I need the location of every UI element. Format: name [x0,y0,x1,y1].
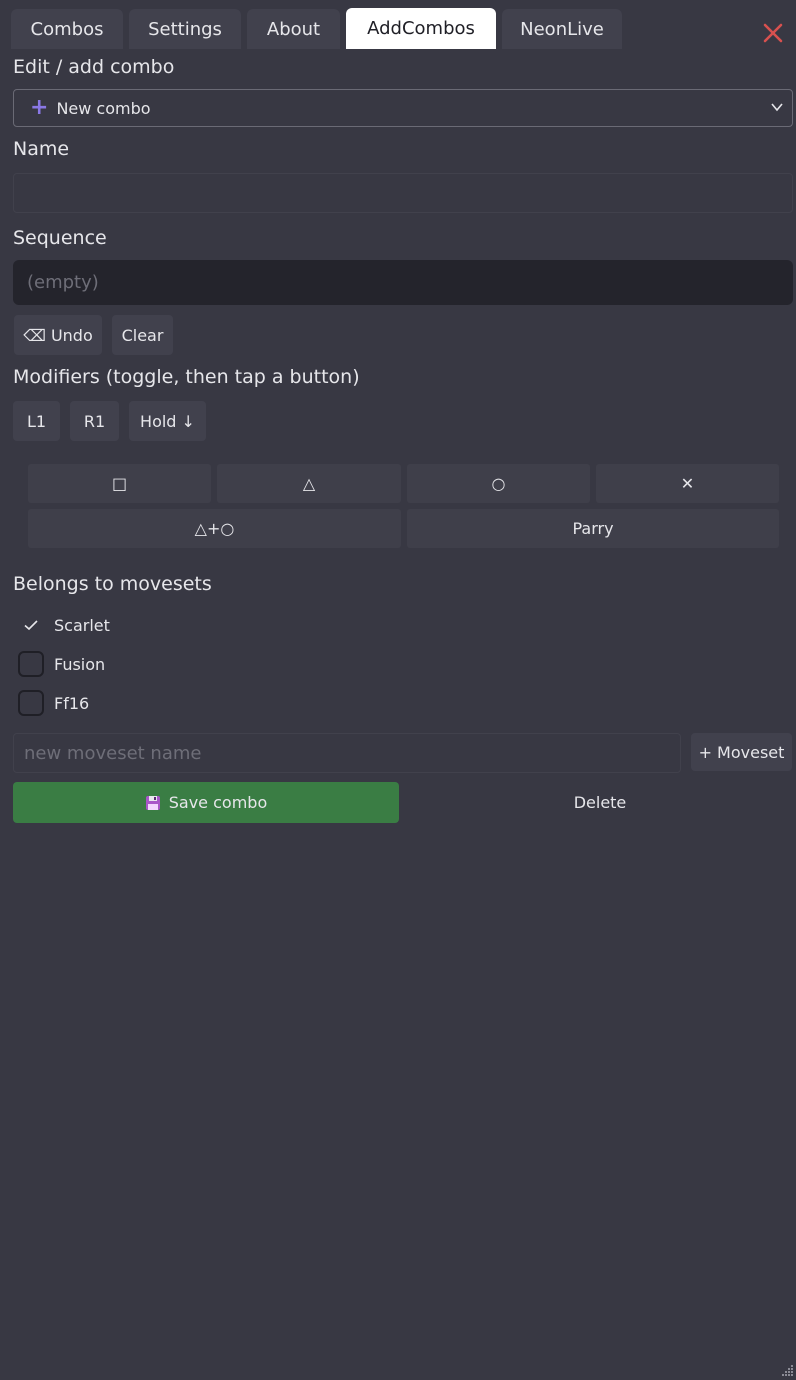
modifiers-label: Modifiers (toggle, then tap a button) [13,366,360,388]
moveset-ff16[interactable]: Ff16 [18,690,89,716]
chevron-down-icon [771,103,783,112]
cross-button[interactable]: ✕ [596,464,779,503]
edit-combo-heading: Edit / add combo [13,56,175,78]
close-icon[interactable] [760,20,786,46]
circle-button[interactable]: ○ [407,464,590,503]
triangle-circle-button[interactable]: △+○ [28,509,401,548]
delete-button[interactable]: Delete [405,782,795,823]
parry-button[interactable]: Parry [407,509,779,548]
plus-icon: + [30,95,49,120]
checkbox[interactable] [18,690,44,716]
combo-select-value: New combo [56,98,151,118]
check-icon[interactable] [18,612,44,638]
combo-select[interactable]: + New combo [13,89,793,127]
moveset-label: Scarlet [54,615,110,635]
undo-button[interactable]: ⌫ Undo [14,315,102,355]
moveset-label: Ff16 [54,693,90,713]
movesets-label: Belongs to movesets [13,573,212,595]
moveset-label: Fusion [54,654,106,674]
moveset-scarlet[interactable]: Scarlet [18,612,110,638]
tab-settings[interactable]: Settings [129,9,241,49]
tab-neonlive[interactable]: NeonLive [502,9,622,49]
modifier-r1-button[interactable]: R1 [70,401,119,441]
tab-addcombos[interactable]: AddCombos [346,8,496,49]
floppy-disk-icon [145,795,160,810]
checkbox[interactable] [18,651,44,677]
new-moveset-input[interactable] [13,733,681,773]
sequence-label: Sequence [13,227,107,249]
sequence-placeholder: (empty) [27,272,99,293]
save-combo-label: Save combo [168,793,268,812]
name-input[interactable] [13,173,793,213]
square-button[interactable]: □ [28,464,211,503]
add-moveset-button[interactable]: + Moveset [691,733,792,771]
triangle-button[interactable]: △ [217,464,401,503]
save-combo-button[interactable]: Save combo [13,782,399,823]
moveset-fusion[interactable]: Fusion [18,651,105,677]
modifier-l1-button[interactable]: L1 [13,401,60,441]
resize-grip-icon[interactable] [782,1364,794,1376]
modifier-hold-button[interactable]: Hold ↓ [129,401,206,441]
tab-combos[interactable]: Combos [11,9,123,49]
sequence-display: (empty) [13,260,793,305]
name-label: Name [13,138,70,160]
tab-about[interactable]: About [247,9,340,49]
clear-button[interactable]: Clear [112,315,173,355]
